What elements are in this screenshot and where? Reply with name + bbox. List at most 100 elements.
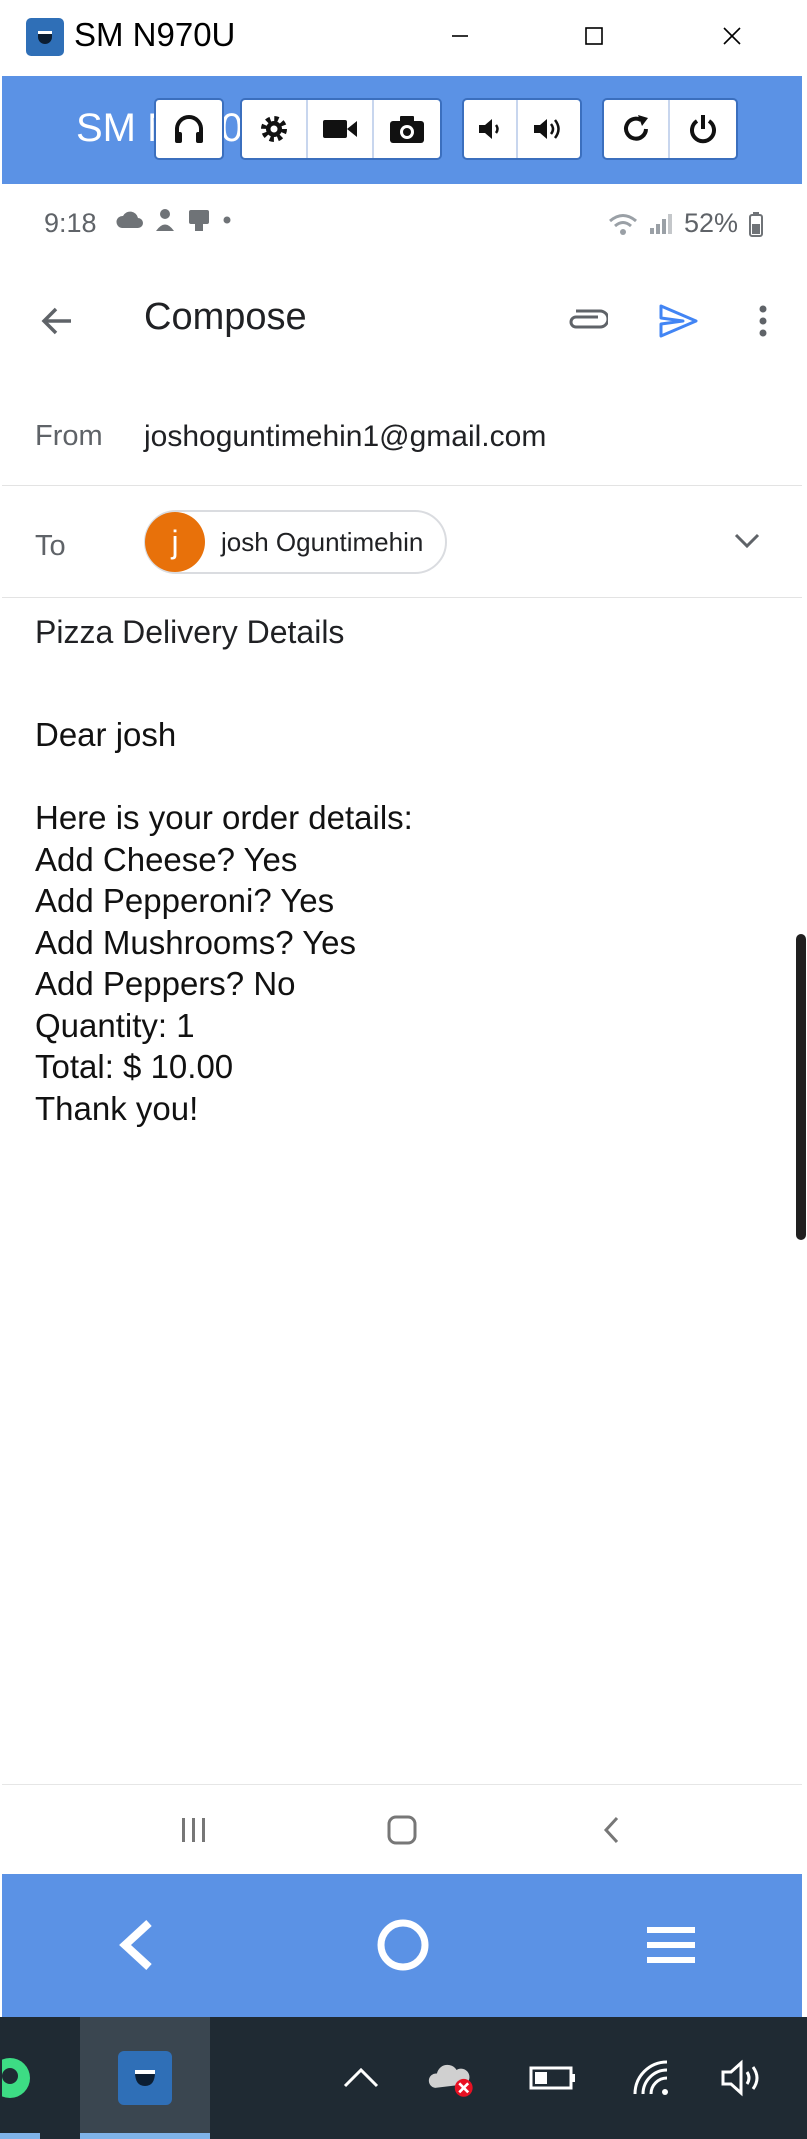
attach-button[interactable] [558, 296, 614, 346]
taskbar-app-scrcpy[interactable] [80, 2017, 210, 2139]
more-options-button[interactable] [738, 296, 788, 346]
minimize-button[interactable] [428, 10, 492, 62]
maximize-icon [585, 27, 603, 45]
body-line: Thank you! [35, 1089, 199, 1127]
recipient-name: josh Oguntimehin [221, 526, 424, 557]
arrow-back-icon [41, 307, 71, 335]
scrollbar[interactable] [796, 934, 806, 1240]
window-titlebar: SM N970U [0, 0, 807, 76]
active-indicator [80, 2133, 210, 2139]
page-title: Compose [144, 296, 307, 338]
dot-icon [223, 216, 231, 224]
power-group [602, 98, 738, 160]
android-nav-bar [2, 1784, 802, 1874]
send-icon [659, 304, 698, 338]
cloud-icon [116, 211, 143, 228]
battery-icon [529, 2066, 575, 2090]
avatar: j [145, 512, 205, 572]
back-icon [603, 1816, 619, 1844]
cloud-error-icon [428, 2064, 473, 2097]
capture-group [240, 98, 442, 160]
volume-down-icon [479, 119, 499, 139]
scrcpy-app-icon [26, 18, 64, 56]
from-label: From [35, 420, 103, 452]
paperclip-icon [569, 309, 608, 329]
signal-icon [649, 213, 672, 234]
taskbar-app-android-studio[interactable] [0, 2017, 40, 2139]
recent-apps-icon [182, 1818, 205, 1842]
active-indicator [0, 2133, 40, 2139]
to-label: To [35, 530, 66, 562]
notification-icons [116, 208, 232, 232]
power-button[interactable] [670, 100, 736, 158]
headphones-button[interactable] [156, 100, 222, 158]
from-value[interactable]: joshoguntimehin1@gmail.com [144, 420, 546, 454]
person-icon [156, 209, 174, 231]
volume-tray-button[interactable] [718, 2055, 768, 2101]
scrcpy-menu-button[interactable] [636, 1910, 706, 1980]
battery-percent: 52% [683, 208, 738, 238]
battery-tray-button[interactable] [528, 2055, 578, 2101]
navigate-back-button[interactable] [32, 296, 82, 346]
body-field[interactable]: Dear josh Here is your order details: Add … [35, 714, 413, 1129]
video-camera-icon [323, 120, 357, 138]
show-hidden-icons-button[interactable] [336, 2055, 386, 2101]
minimize-icon [452, 35, 468, 37]
close-icon [723, 27, 741, 45]
chevron-up-icon [343, 2067, 379, 2088]
subject-field[interactable]: Pizza Delivery Details [35, 614, 344, 651]
screenshot-button[interactable] [374, 100, 440, 158]
onedrive-tray-button[interactable] [428, 2055, 478, 2101]
settings-button[interactable] [242, 100, 308, 158]
record-video-button[interactable] [308, 100, 374, 158]
scrcpy-back-button[interactable] [102, 1910, 172, 1980]
recent-apps-button[interactable] [164, 1805, 224, 1855]
network-icon [633, 2060, 668, 2095]
body-line [35, 756, 413, 798]
speaker-icon [721, 2059, 759, 2097]
scrcpy-icon [118, 2051, 172, 2105]
status-bar: 9:18 52% [2, 184, 802, 266]
recipient-chip[interactable]: j josh Oguntimehin [144, 510, 448, 574]
device-toolbar: SM N970U [2, 76, 802, 184]
back-icon [119, 1920, 152, 1970]
device-icon [189, 210, 209, 231]
menu-icon [647, 1927, 695, 1963]
battery-icon [749, 211, 763, 237]
window-title: SM N970U [74, 16, 236, 53]
home-icon [377, 1919, 429, 1971]
device-nav-bar [2, 1874, 802, 2017]
android-back-button[interactable] [582, 1805, 642, 1855]
rotate-icon [624, 115, 648, 141]
android-home-button[interactable] [372, 1805, 432, 1855]
headphones-icon [175, 115, 203, 143]
to-field[interactable]: To j josh Oguntimehin [2, 486, 802, 598]
body-line: Add Pepperoni? Yes [35, 882, 335, 919]
expand-recipients-button[interactable] [722, 516, 772, 566]
body-line: Dear josh [35, 716, 177, 753]
audio-group [154, 98, 224, 160]
maximize-button[interactable] [562, 10, 626, 62]
wifi-icon [608, 213, 637, 235]
scrcpy-home-button[interactable] [368, 1910, 438, 1980]
body-line: Quantity: 1 [35, 1006, 195, 1044]
body-line: Add Mushrooms? Yes [35, 923, 357, 961]
phone-screen: 9:18 52% Compose From joshoguntimehin1@g… [2, 184, 806, 1874]
status-right: 52% [608, 208, 764, 239]
rotate-button[interactable] [604, 100, 670, 158]
from-field[interactable]: From joshoguntimehin1@gmail.com [2, 376, 802, 486]
volume-group [462, 98, 582, 160]
close-button[interactable] [700, 10, 764, 62]
home-icon [387, 1815, 417, 1845]
compose-app-bar: Compose [2, 266, 802, 376]
volume-up-button[interactable] [518, 100, 580, 158]
chevron-down-icon [734, 533, 760, 549]
network-tray-button[interactable] [628, 2055, 678, 2101]
more-vert-icon [759, 305, 767, 337]
send-button[interactable] [650, 296, 706, 346]
body-line: Total: $ 10.00 [35, 1048, 234, 1085]
volume-down-button[interactable] [464, 100, 518, 158]
power-icon [690, 115, 716, 144]
gear-icon [261, 116, 287, 142]
body-line: Here is your order details: [35, 799, 413, 836]
